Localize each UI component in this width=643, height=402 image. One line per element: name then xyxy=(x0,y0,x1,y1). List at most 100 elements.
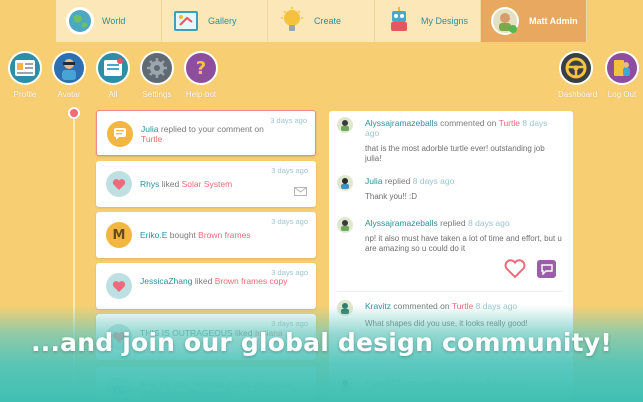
tab-my-designs[interactable]: My Designs xyxy=(375,0,481,42)
comment-object-link[interactable]: Turtle xyxy=(452,301,473,311)
robot-icon xyxy=(383,5,415,37)
envelope-icon[interactable] xyxy=(294,183,307,201)
comment-author[interactable]: Alyssajramazeballs xyxy=(365,118,438,128)
activity-user[interactable]: Ariel the little mermaid xyxy=(140,379,224,389)
activity-verb: bought xyxy=(169,230,196,240)
nav-settings[interactable]: Settings xyxy=(139,51,175,99)
activity-object-link[interactable]: Brown frames copy xyxy=(215,276,288,286)
comment-object-link[interactable]: Turtle xyxy=(499,118,520,128)
activity-time: 3 days ago xyxy=(271,217,308,226)
tab-create[interactable]: Create xyxy=(268,0,375,42)
comment-time: 8 days ago xyxy=(412,176,455,186)
nav-settings-label: Settings xyxy=(142,90,172,99)
nav-dashboard-label: Dashboard xyxy=(558,90,598,99)
comment-body: np! it also must have taken a lot of tim… xyxy=(365,234,562,253)
activity-text: JessicaZhang liked Brown frames copy xyxy=(140,276,302,286)
activity-item[interactable]: Ariel the little mermaid invited you to … xyxy=(96,367,316,402)
tab-world-label: World xyxy=(102,16,126,26)
activity-time: 3 days ago xyxy=(271,319,308,328)
nav-all-label: All xyxy=(108,90,118,99)
top-navigation: World Gallery Create My Designs Matt Adm… xyxy=(0,0,643,42)
lightbulb-icon xyxy=(276,5,308,37)
activity-text: Ariel the little mermaid invited you to … xyxy=(140,379,302,399)
activity-time: 3 days ago xyxy=(271,166,308,175)
like-heart-icon[interactable] xyxy=(504,259,526,279)
comment-body: that is the most adorble turtle ever! ou… xyxy=(365,144,545,163)
activity-object-link[interactable]: Turtle xyxy=(141,134,162,144)
nav-profile-label: Profile xyxy=(13,90,37,99)
comment-header: Julia replied 8 days ago xyxy=(365,176,563,186)
user-avatar-icon[interactable] xyxy=(337,217,353,233)
activity-verb: liked xyxy=(194,276,213,286)
activity-item[interactable]: M 3 days ago Eriko.E bought Brown frames xyxy=(96,212,316,258)
comment-header: Piggy123 commented on Turtle 8 days ago xyxy=(365,378,563,388)
nav-log-out-label: Log Out xyxy=(607,90,637,99)
comment-author[interactable]: Alyssajramazeballs xyxy=(365,218,438,228)
comment-body: Thank you!! :D xyxy=(365,192,418,201)
comment-verb: commented on xyxy=(393,301,450,311)
activity-text: Eriko.E bought Brown frames xyxy=(140,230,302,240)
user-avatar-icon[interactable] xyxy=(337,175,353,191)
activity-text: Julia replied to your comment on Turtle xyxy=(141,124,301,144)
game-icon xyxy=(106,377,132,402)
activity-item[interactable]: 3 days ago JessicaZhang liked Brown fram… xyxy=(96,263,316,309)
all-notifications-icon xyxy=(96,51,130,85)
question-icon: ? xyxy=(184,51,218,85)
activity-user[interactable]: Julia xyxy=(141,124,158,134)
logout-icon xyxy=(605,51,639,85)
activity-item[interactable]: 3 days ago Julia replied to your comment… xyxy=(96,110,316,156)
activity-text: Rhys liked Solar System xyxy=(140,179,302,189)
comment-header: Alyssajramazeballs commented on Turtle 8… xyxy=(365,118,563,138)
nav-profile[interactable]: Profile xyxy=(7,51,43,99)
nav-avatar-label: Avatar xyxy=(57,90,81,99)
tab-gallery[interactable]: Gallery xyxy=(162,0,268,42)
tab-gallery-label: Gallery xyxy=(208,16,237,26)
comment-verb: commented on xyxy=(402,378,460,388)
comment-object-link[interactable]: Turtle xyxy=(461,378,482,388)
comment-verb: replied xyxy=(440,218,466,228)
nav-help-bot[interactable]: ? Help-bot xyxy=(183,51,219,99)
comments-panel: Alyssajramazeballs commented on Turtle 8… xyxy=(329,111,573,402)
comment-author[interactable]: Kravitz xyxy=(365,301,391,311)
gallery-icon xyxy=(170,5,202,37)
tab-user-label: Matt Admin xyxy=(529,16,578,26)
comment-author[interactable]: Julia xyxy=(365,176,382,186)
globe-icon xyxy=(64,5,96,37)
comment-time: 8 days ago xyxy=(475,301,518,311)
tab-create-label: Create xyxy=(314,16,342,26)
comment-header: Alyssajramazeballs replied 8 days ago xyxy=(365,218,563,228)
nav-help-bot-label: Help-bot xyxy=(185,90,217,99)
gear-icon xyxy=(140,51,174,85)
comment-header: Kravitz commented on Turtle 8 days ago xyxy=(365,301,563,311)
activity-user[interactable]: Rhys xyxy=(140,179,159,189)
activity-user[interactable]: Eriko.E xyxy=(140,230,167,240)
comment-verb: commented on xyxy=(440,118,497,128)
timeline-marker xyxy=(68,107,80,119)
activity-object-link[interactable]: Brown frames xyxy=(198,230,250,240)
nav-avatar[interactable]: Avatar xyxy=(51,51,87,99)
nav-log-out[interactable]: Log Out xyxy=(604,51,640,99)
nav-dashboard[interactable]: Dashboard xyxy=(558,51,598,99)
heart-icon xyxy=(106,171,132,197)
tab-world[interactable]: World xyxy=(56,0,162,42)
comment-time: 8 days ago xyxy=(468,218,510,228)
activity-item[interactable]: 3 days ago Rhys liked Solar System xyxy=(96,161,316,207)
tab-user-account[interactable]: Matt Admin xyxy=(481,0,587,42)
reply-icon[interactable] xyxy=(537,260,556,278)
steering-wheel-icon xyxy=(559,51,593,85)
user-avatar-icon[interactable] xyxy=(337,377,353,393)
coin-icon: M xyxy=(106,222,132,248)
activity-user[interactable]: JessicaZhang xyxy=(140,276,192,286)
comment-author[interactable]: Piggy123 xyxy=(365,378,400,388)
activity-verb: replied to your comment on xyxy=(160,124,264,134)
activity-object-link[interactable]: Solar System xyxy=(182,179,233,189)
avatar-icon xyxy=(52,51,86,85)
comment-divider xyxy=(337,291,563,292)
user-avatar-icon[interactable] xyxy=(337,300,353,316)
speech-bubble-icon xyxy=(107,121,133,147)
promo-caption: ...and join our global design community! xyxy=(31,328,612,357)
profile-card-icon xyxy=(8,51,42,85)
user-avatar-icon[interactable] xyxy=(337,117,353,133)
timeline-line xyxy=(73,112,75,402)
nav-all[interactable]: All xyxy=(95,51,131,99)
